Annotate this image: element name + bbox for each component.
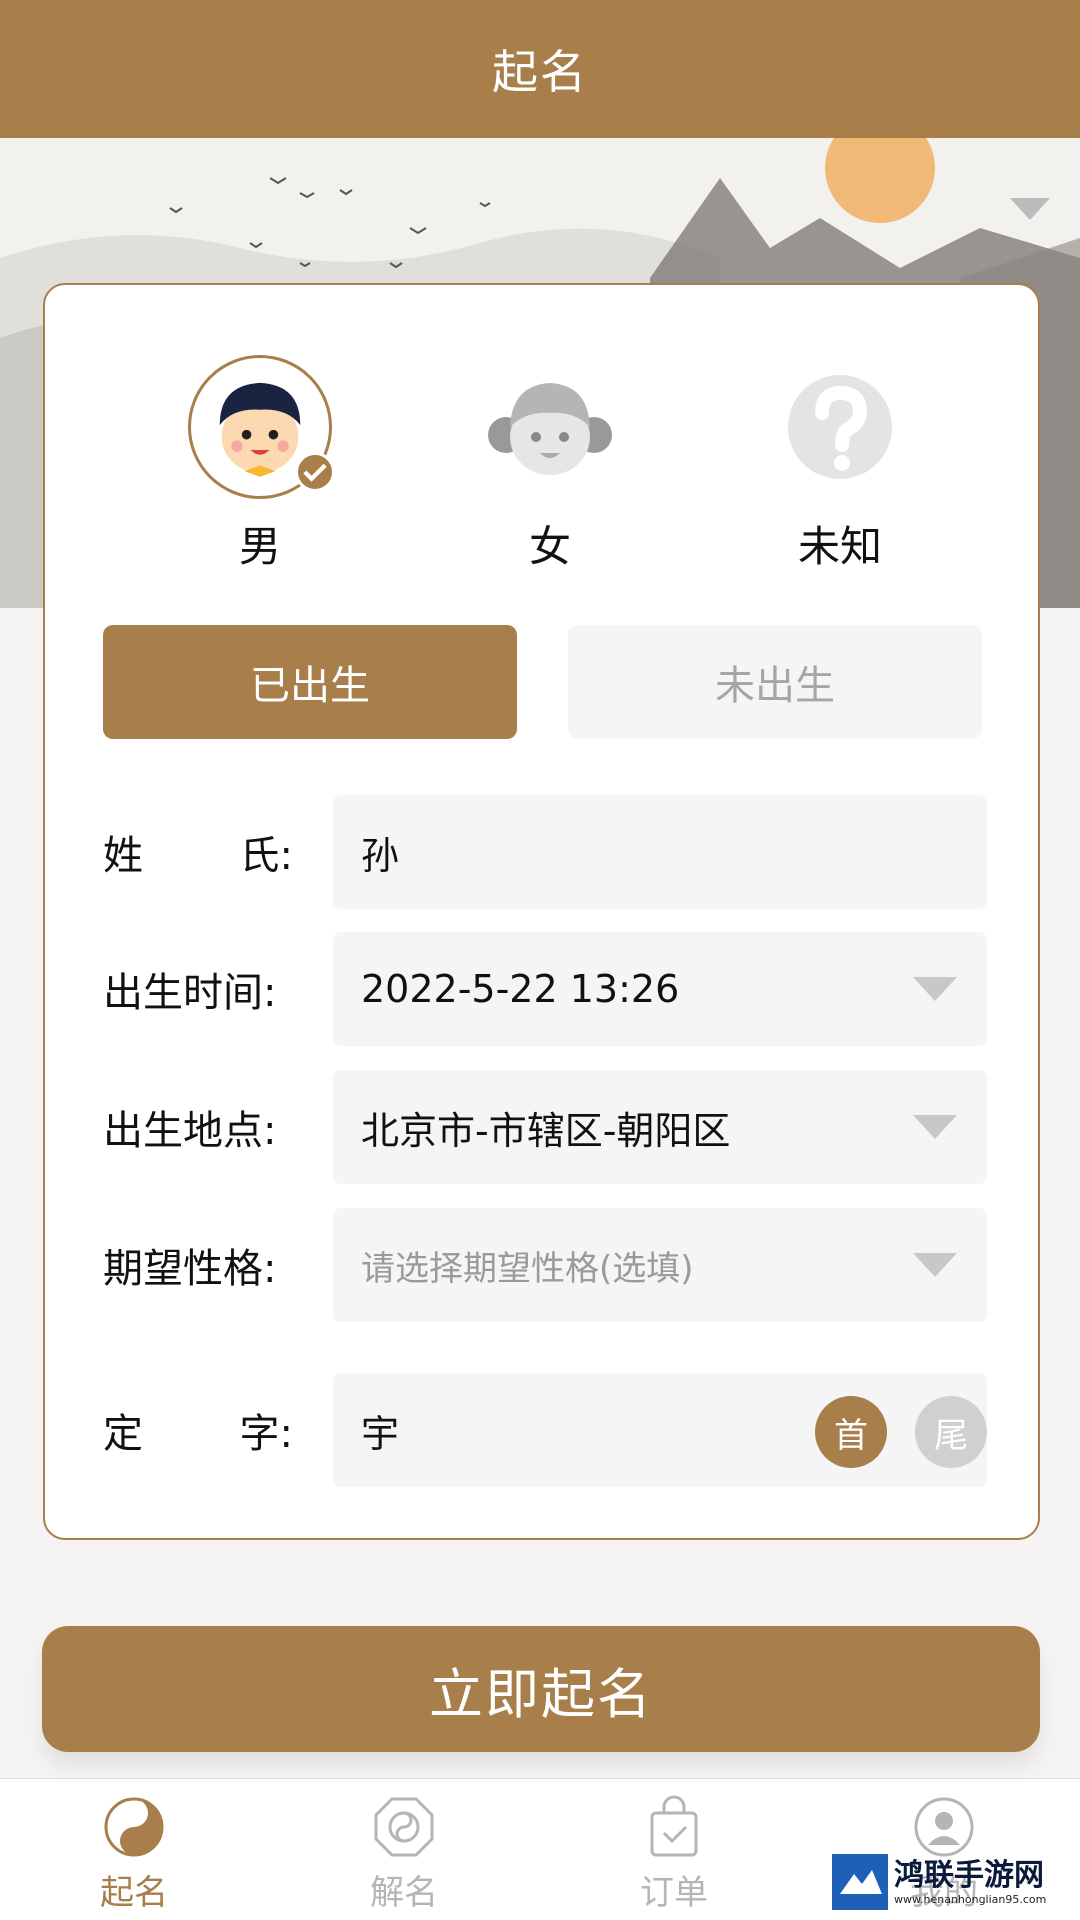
position-tail-button[interactable]: 尾 [915,1396,987,1468]
gender-label-male: 男 [238,522,281,571]
bagua-icon [374,1797,434,1857]
gender-option-female[interactable]: 女 [440,355,660,574]
fixed-char-input[interactable]: 宇 首 尾 [333,1373,987,1487]
selected-check-icon [295,452,335,492]
chevron-down-icon [913,1253,957,1277]
tab-name-analysis[interactable]: 解名 [314,1795,494,1914]
page-title: 起名 [492,45,588,99]
fixed-char-label-part-a: 定 [103,1411,143,1457]
birth-place-label: 出生地点: [103,1108,277,1154]
tab-naming-label: 起名 [100,1873,168,1913]
watermark-title: 鸿联手游网 [894,1857,1044,1893]
personality-placeholder: 请选择期望性格(选填) [361,1248,694,1289]
birth-time-label: 出生时间: [103,970,277,1016]
user-icon [914,1797,974,1857]
shopping-bag-icon [650,1795,698,1857]
gender-option-male[interactable]: 男 [150,355,370,574]
birth-place-select[interactable]: 北京市-市辖区-朝阳区 [333,1070,987,1184]
surname-input[interactable]: 孙 [333,795,987,909]
naming-form-card: 男 女 未知 已出生 未出生 姓 氏: 孙 出生时间: 2022-5-22 13… [43,283,1040,1540]
question-avatar-icon [768,355,912,499]
chevron-down-icon [913,977,957,1001]
fixed-char-label-part-b: 字: [239,1411,293,1457]
tab-orders-label: 订单 [640,1873,708,1913]
tab-naming[interactable]: 起名 [44,1795,224,1914]
watermark-logo [832,1854,888,1910]
submit-naming-button[interactable]: 立即起名 [42,1626,1040,1752]
born-toggle-button[interactable]: 已出生 [103,625,517,739]
birth-place-row: 出生地点: 北京市-市辖区-朝阳区 [103,1070,987,1184]
chevron-down-icon [913,1115,957,1139]
yin-yang-icon [104,1797,164,1857]
position-head-button[interactable]: 首 [815,1396,887,1468]
birth-place-value: 北京市-市辖区-朝阳区 [361,1108,731,1153]
watermark: 鸿联手游网 www.henanhonglian95.com [832,1854,1072,1910]
gender-label-female: 女 [528,522,571,571]
fixed-char-value: 宇 [361,1411,400,1456]
gender-label-unknown: 未知 [797,522,882,571]
app-header: 起名 [0,0,1080,138]
personality-select[interactable]: 请选择期望性格(选填) [333,1208,987,1322]
tab-name-analysis-label: 解名 [370,1873,438,1913]
birth-time-value: 2022-5-22 13:26 [361,967,680,1011]
surname-label-part-a: 姓 [103,833,143,879]
boy-avatar-icon [188,355,335,499]
fixed-char-label: 定 字: [103,1373,293,1487]
fixed-char-row: 定 字: 宇 首 尾 [103,1373,987,1487]
surname-label-part-b: 氏: [239,833,293,879]
tab-orders[interactable]: 订单 [584,1795,764,1914]
surname-row: 姓 氏: 孙 [103,795,987,909]
birth-time-select[interactable]: 2022-5-22 13:26 [333,932,987,1046]
gender-option-unknown[interactable]: 未知 [730,355,950,574]
girl-avatar-icon [478,355,622,499]
surname-label: 姓 氏: [103,795,293,909]
watermark-url: www.henanhonglian95.com [894,1892,1047,1906]
birth-time-row: 出生时间: 2022-5-22 13:26 [103,932,987,1046]
personality-row: 期望性格: 请选择期望性格(选填) [103,1208,987,1322]
personality-label: 期望性格: [103,1246,277,1292]
unborn-toggle-button[interactable]: 未出生 [568,625,982,739]
